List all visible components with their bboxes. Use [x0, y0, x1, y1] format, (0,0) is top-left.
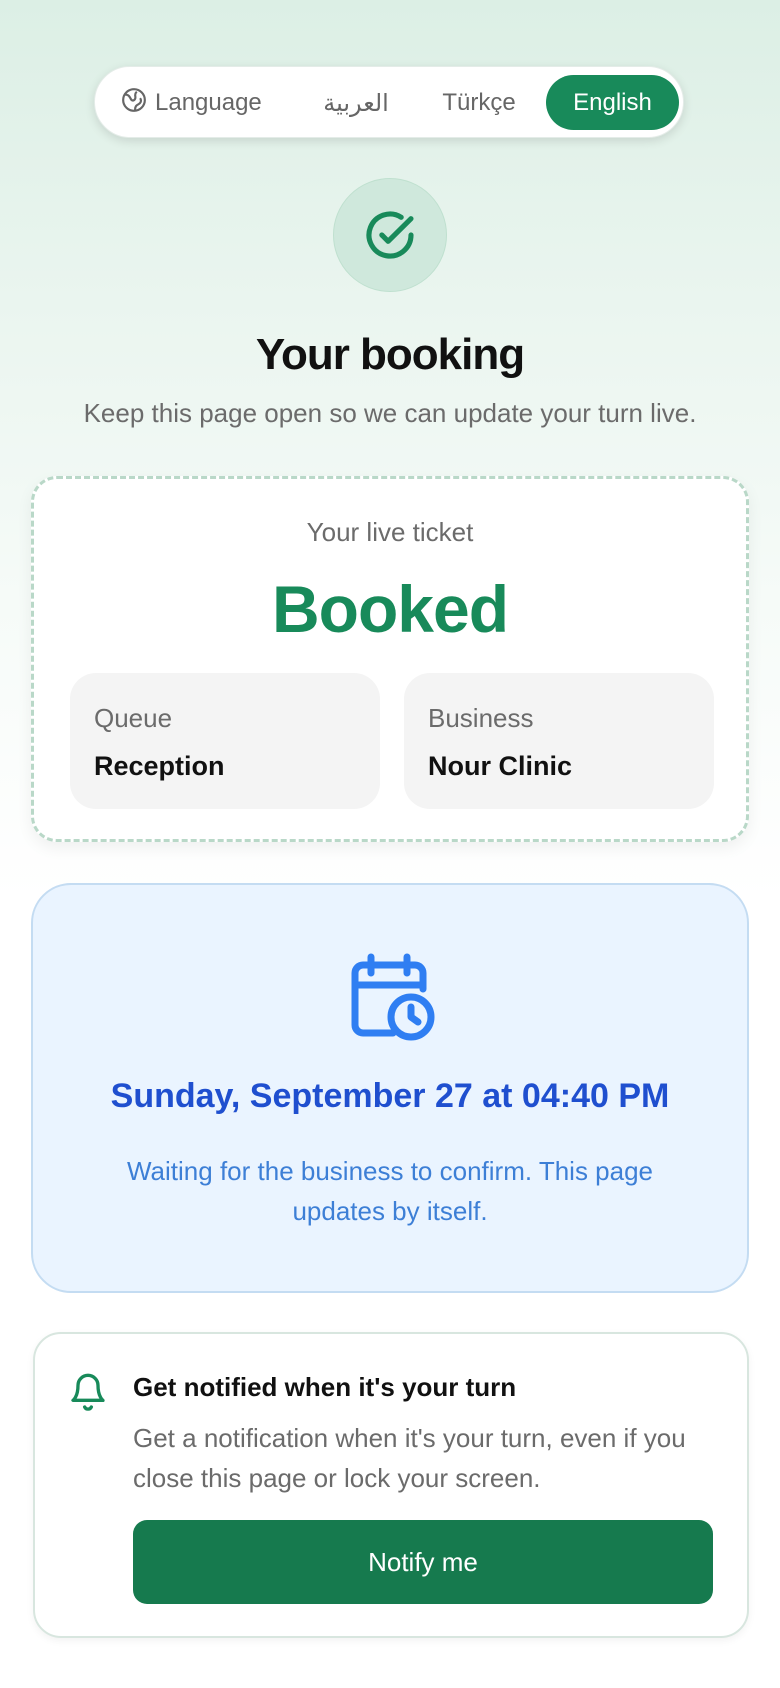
queue-label: Queue — [94, 703, 173, 733]
calendar-clock-icon — [349, 951, 437, 1048]
business-value: Nour Clinic — [428, 751, 573, 781]
appointment-datetime: Sunday, September 27 at 04:40 PM — [110, 1077, 670, 1115]
check-circle-icon — [333, 178, 447, 292]
page-title: Your booking — [255, 330, 525, 379]
ticket-label: Your live ticket — [306, 517, 474, 547]
queue-value: Reception — [94, 751, 225, 781]
schedule-card: Sunday, September 27 at 04:40 PM Waiting… — [31, 883, 749, 1293]
language-selector: Language العربية Türkçe English — [94, 66, 684, 138]
business-label: Business — [428, 703, 534, 733]
bell-icon — [68, 1370, 108, 1419]
globe-icon — [121, 87, 147, 120]
confirmation-note: Waiting for the business to confirm. Thi… — [126, 1156, 654, 1226]
notify-card: Get notified when it's your turn Get a n… — [33, 1332, 749, 1638]
business-info: Business Nour Clinic — [404, 673, 714, 809]
language-option-english[interactable]: English — [546, 75, 679, 130]
page-subtitle: Keep this page open so we can update you… — [83, 398, 697, 428]
notify-me-button[interactable]: Notify me — [133, 1520, 713, 1604]
ticket-status: Booked — [271, 572, 509, 646]
live-ticket-card: Your live ticket Booked Queue Reception … — [31, 476, 749, 842]
language-label-text: Language — [155, 89, 262, 116]
language-option-arabic[interactable]: العربية — [303, 67, 409, 139]
language-option-turkish[interactable]: Türkçe — [419, 67, 539, 139]
notify-description: Get a notification when it's your turn, … — [133, 1423, 686, 1493]
language-label: Language — [121, 67, 262, 139]
notify-title: Get notified when it's your turn — [133, 1372, 517, 1402]
queue-info: Queue Reception — [70, 673, 380, 809]
